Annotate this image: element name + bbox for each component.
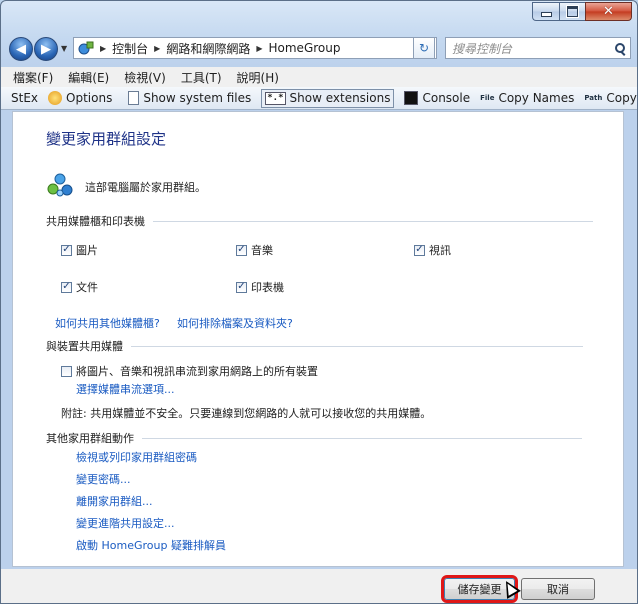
checkbox-stream-media[interactable]: 將圖片、音樂和視訊串流到家用網路上的所有裝置: [61, 363, 318, 379]
page-title: 變更家用群組設定: [46, 130, 167, 148]
breadcrumb-control-panel[interactable]: 控制台: [112, 40, 148, 57]
show-extensions-label: Show extensions: [289, 91, 391, 105]
section-other-actions-title: 其他家用群組動作: [46, 432, 134, 445]
breadcrumb-separator-icon: ▶: [154, 43, 161, 53]
close-button[interactable]: ✕: [585, 2, 632, 21]
menu-file[interactable]: 檔案(F): [13, 69, 53, 86]
checkbox-videos[interactable]: ✓ 視訊: [414, 242, 451, 258]
menu-help[interactable]: 說明(H): [237, 69, 279, 86]
checkbox-checked-icon: ✓: [414, 244, 425, 256]
dialog-button-row: 儲存變更 取消: [1, 569, 637, 603]
breadcrumb-network[interactable]: 網路和網際網路: [166, 40, 250, 57]
section-devices-title: 與裝置共用媒體: [46, 340, 123, 353]
address-bar[interactable]: ▶ 控制台 ▶ 網路和網際網路 ▶ HomeGroup ▼: [73, 37, 437, 59]
stex-label: StEx: [11, 91, 39, 105]
navigation-bar: ◀ ▶ ▼ ▶ 控制台 ▶ 網路和網際網路 ▶ HomeGroup ▼ ↻ 搜尋…: [7, 37, 631, 63]
checkbox-documents[interactable]: ✓ 文件: [61, 279, 98, 295]
search-icon[interactable]: [615, 43, 625, 53]
checkbox-checked-icon: ✓: [236, 281, 247, 293]
checkbox-checked-icon: ✓: [236, 244, 247, 256]
control-panel-window: ✕ ◀ ▶ ▼ ▶ 控制台 ▶ 網路和網際網路 ▶ HomeGroup ▼ ↻ …: [0, 0, 638, 604]
checkbox-stream-media-label: 將圖片、音樂和視訊串流到家用網路上的所有裝置: [76, 365, 318, 378]
refresh-icon: ↻: [418, 41, 430, 55]
back-button[interactable]: ◀: [9, 37, 33, 61]
network-globe-icon: [78, 41, 94, 55]
link-troubleshooter[interactable]: 啟動 HomeGroup 疑難排解員: [76, 537, 226, 553]
copy-names-label: Copy Names: [498, 91, 575, 105]
breadcrumb-separator-icon: ▶: [100, 43, 107, 53]
checkbox-printers-label: 印表機: [251, 281, 284, 294]
link-exclude-files[interactable]: 如何排除檔案及資料夾?: [177, 315, 293, 331]
checkbox-pictures[interactable]: ✓ 圖片: [61, 242, 98, 258]
copy-file-icon: File: [480, 93, 495, 102]
copy-paths-button[interactable]: Path Copy Paths: [584, 91, 637, 105]
checkbox-checked-icon: ✓: [61, 281, 72, 293]
console-label: Console: [422, 91, 471, 105]
link-advanced-sharing[interactable]: 變更進階共用設定...: [76, 515, 175, 531]
maximize-icon: [566, 5, 579, 18]
homegroup-settings-panel: 變更家用群組設定 這部電腦屬於家用群組。 共用媒體櫃和印表機 ✓ 圖片 ✓ 音樂…: [12, 111, 624, 567]
checkbox-music[interactable]: ✓ 音樂: [236, 242, 273, 258]
extension-asterisk-icon: *.*: [265, 91, 286, 105]
menu-bar: 檔案(F) 編輯(E) 檢視(V) 工具(T) 說明(H): [1, 67, 637, 87]
menu-tools[interactable]: 工具(T): [181, 69, 222, 86]
section-other-actions-header: 其他家用群組動作: [46, 430, 582, 446]
homegroup-status-text: 這部電腦屬於家用群組。: [85, 181, 206, 194]
section-devices-header: 與裝置共用媒體: [46, 338, 583, 354]
homegroup-icon: [47, 173, 73, 197]
system-file-icon: [128, 91, 140, 105]
show-extensions-button[interactable]: *.* Show extensions: [261, 88, 395, 108]
breadcrumb-homegroup[interactable]: HomeGroup: [269, 41, 341, 55]
section-libraries-header: 共用媒體櫃和印表機: [46, 213, 593, 229]
link-view-print-password[interactable]: 檢視或列印家用群組密碼: [76, 449, 197, 465]
copy-names-button[interactable]: File Copy Names: [480, 91, 574, 105]
options-gear-icon: [48, 91, 63, 105]
minimize-icon: [540, 12, 552, 17]
checkbox-unchecked-icon: [61, 365, 72, 377]
recent-pages-dropdown[interactable]: ▼: [61, 44, 67, 53]
stex-toolbar: StEx Options Show system files *.* Show …: [1, 87, 637, 110]
options-button[interactable]: Options: [48, 91, 112, 105]
checkbox-checked-icon: ✓: [61, 244, 72, 256]
maximize-button[interactable]: [559, 2, 585, 21]
section-libraries-title: 共用媒體櫃和印表機: [46, 215, 145, 228]
checkbox-documents-label: 文件: [76, 281, 98, 294]
link-share-other-libraries[interactable]: 如何共用其他媒體櫃?: [55, 315, 160, 331]
copy-paths-label: Copy Paths: [606, 91, 637, 105]
refresh-button[interactable]: ↻: [413, 37, 435, 59]
options-label: Options: [66, 91, 113, 105]
section-divider: [131, 345, 583, 347]
link-change-password[interactable]: 變更密碼...: [76, 471, 131, 487]
breadcrumb-separator-icon: ▶: [256, 43, 263, 53]
cancel-button[interactable]: 取消: [521, 578, 595, 600]
back-arrow-icon: ◀: [16, 41, 26, 57]
menu-edit[interactable]: 編輯(E): [68, 69, 109, 86]
checkbox-pictures-label: 圖片: [76, 244, 98, 257]
console-button[interactable]: Console: [404, 91, 470, 105]
section-divider: [153, 220, 593, 222]
link-stream-options[interactable]: 選擇媒體串流選項...: [76, 381, 175, 397]
show-system-files-button[interactable]: Show system files: [128, 91, 251, 105]
menu-view[interactable]: 檢視(V): [124, 69, 166, 86]
forward-arrow-icon: ▶: [41, 41, 51, 57]
link-leave-homegroup[interactable]: 離開家用群組...: [76, 493, 153, 509]
search-placeholder: 搜尋控制台: [452, 41, 513, 56]
checkbox-music-label: 音樂: [251, 244, 273, 257]
search-input[interactable]: 搜尋控制台: [445, 37, 631, 59]
caption-buttons: ✕: [532, 2, 632, 21]
minimize-button[interactable]: [532, 2, 559, 21]
show-system-files-label: Show system files: [143, 91, 252, 105]
console-icon: [404, 91, 419, 105]
security-note: 附註: 共用媒體並不安全。只要連線到您網路的人就可以接收您的共用媒體。: [61, 407, 432, 420]
copy-path-icon: Path: [584, 93, 603, 102]
checkbox-videos-label: 視訊: [429, 244, 451, 257]
checkbox-printers[interactable]: ✓ 印表機: [236, 279, 284, 295]
close-icon: ✕: [603, 4, 614, 19]
forward-button[interactable]: ▶: [34, 37, 58, 61]
section-divider: [142, 437, 582, 439]
